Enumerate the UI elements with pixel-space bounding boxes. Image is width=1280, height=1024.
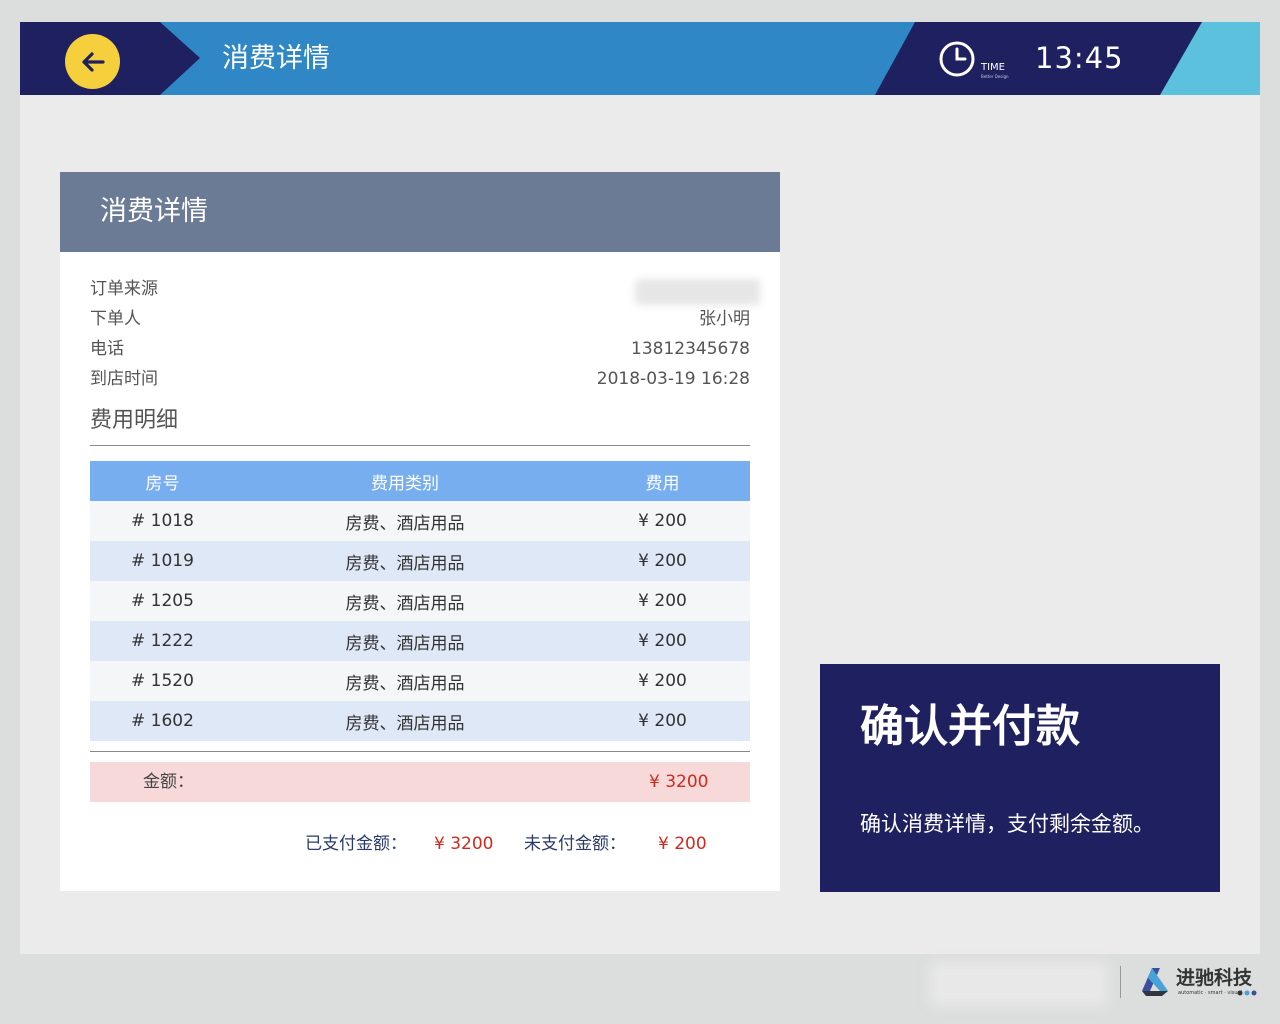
time-label: TIME: [981, 62, 1006, 73]
category-cell: 房费、酒店用品: [235, 581, 575, 621]
total-label: 金额：: [143, 772, 194, 792]
total-row: 金额： ¥ 3200: [90, 762, 750, 802]
room-cell: # 1019: [90, 541, 235, 581]
brand-name: 进驰科技: [1176, 967, 1253, 989]
table-row: # 1205 房费、酒店用品 ¥ 200: [90, 581, 750, 621]
current-time: 13:45: [1035, 41, 1124, 75]
fee-cell: ¥ 200: [575, 701, 750, 741]
confirm-description: 确认消费详情，支付剩余金额。: [860, 812, 1154, 836]
divider: [90, 751, 750, 752]
fee-cell: ¥ 200: [575, 541, 750, 581]
info-value: 2018-03-19 16:28: [596, 369, 750, 389]
room-cell: # 1205: [90, 581, 235, 621]
footer-divider: [1120, 966, 1121, 998]
paid-amount: ¥ 3200: [434, 834, 494, 854]
total-amount: ¥ 3200: [649, 772, 709, 792]
info-row-order-source: 订单来源: [90, 274, 760, 305]
info-label: 到店时间: [90, 369, 158, 389]
table-row: # 1019 房费、酒店用品 ¥ 200: [90, 541, 750, 581]
category-cell: 房费、酒店用品: [235, 661, 575, 701]
fee-cell: ¥ 200: [575, 501, 750, 541]
info-row-customer: 下单人 张小明: [90, 304, 750, 334]
blurred-partner-logo: [930, 962, 1108, 1006]
info-label: 订单来源: [90, 279, 158, 299]
info-value: 13812345678: [631, 339, 750, 359]
col-header-room: 房号: [90, 461, 235, 501]
unpaid-label: 未支付金额：: [524, 834, 626, 854]
card-title: 消费详情: [60, 172, 780, 252]
table-row: # 1222 房费、酒店用品 ¥ 200: [90, 621, 750, 661]
category-cell: 房费、酒店用品: [235, 541, 575, 581]
confirm-title: 确认并付款: [860, 701, 1080, 752]
section-title: 费用明细: [90, 408, 179, 433]
room-cell: # 1222: [90, 621, 235, 661]
fee-cell: ¥ 200: [575, 661, 750, 701]
page-title: 消费详情: [222, 43, 330, 74]
consumption-detail-card: 消费详情 订单来源 下单人 张小明 电话 13812345678 到店时间 20…: [60, 172, 780, 891]
room-cell: # 1018: [90, 501, 235, 541]
kiosk-screen: 消费详情 TIME Better Design 13:45 消费详情 订单来源 …: [20, 22, 1260, 954]
back-button[interactable]: [65, 34, 120, 89]
category-cell: 房费、酒店用品: [235, 701, 575, 741]
info-row-arrival-time: 到店时间 2018-03-19 16:28: [90, 364, 750, 394]
room-cell: # 1602: [90, 701, 235, 741]
col-header-category: 费用类别: [235, 461, 575, 501]
brand-tagline: automatic · smart · visual: [1178, 990, 1242, 996]
fee-table: 房号 费用类别 费用 # 1018 房费、酒店用品 ¥ 200 # 1019 房…: [90, 461, 750, 741]
paid-label: 已支付金额：: [305, 834, 407, 854]
room-cell: # 1520: [90, 661, 235, 701]
info-row-phone: 电话 13812345678: [90, 334, 750, 364]
info-value: 张小明: [699, 309, 750, 329]
brand-logo-icon: [1142, 968, 1168, 996]
table-row: # 1018 房费、酒店用品 ¥ 200: [90, 501, 750, 541]
clock-icon: [939, 41, 975, 77]
confirm-pay-button[interactable]: 确认并付款 确认消费详情，支付剩余金额。: [820, 664, 1220, 892]
blurred-value: [635, 279, 760, 305]
info-label: 电话: [90, 339, 124, 359]
fee-cell: ¥ 200: [575, 581, 750, 621]
category-cell: 房费、酒店用品: [235, 501, 575, 541]
time-sublabel: Better Design: [981, 74, 1009, 79]
divider: [90, 445, 750, 446]
info-label: 下单人: [90, 309, 141, 329]
table-header-row: 房号 费用类别 费用: [90, 461, 750, 501]
brand-dots-icon: [1237, 990, 1257, 996]
table-row: # 1602 房费、酒店用品 ¥ 200: [90, 701, 750, 741]
arrow-left-icon: [81, 51, 105, 72]
unpaid-amount: ¥ 200: [658, 834, 707, 854]
fee-cell: ¥ 200: [575, 621, 750, 661]
category-cell: 房费、酒店用品: [235, 621, 575, 661]
header-bar: 消费详情 TIME Better Design 13:45: [20, 22, 1260, 95]
table-row: # 1520 房费、酒店用品 ¥ 200: [90, 661, 750, 701]
col-header-fee: 费用: [575, 461, 750, 501]
